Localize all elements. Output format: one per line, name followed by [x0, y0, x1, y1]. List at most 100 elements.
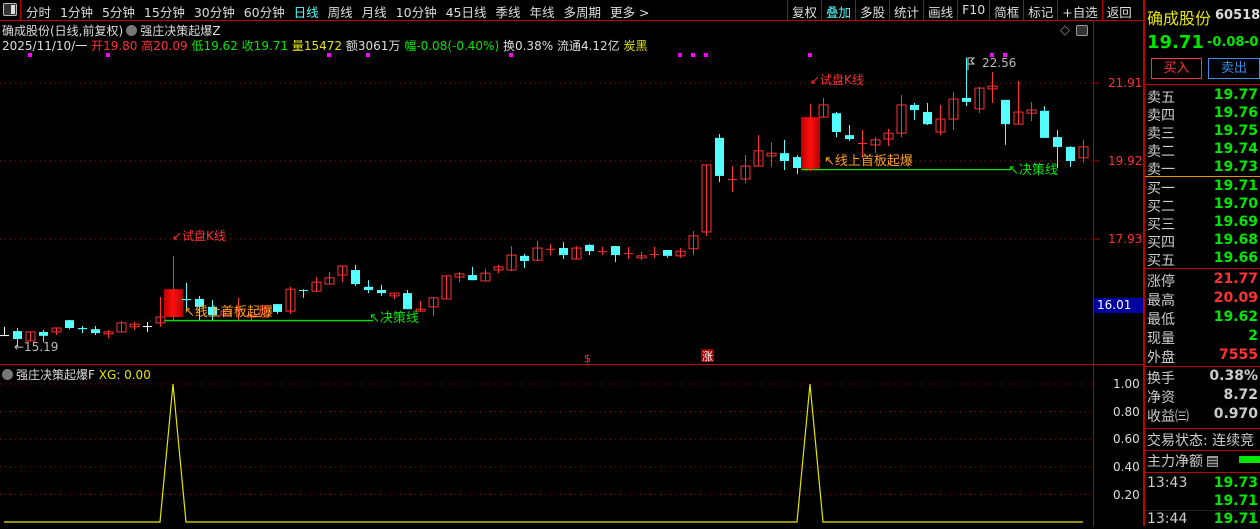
indicator-title: 强庄决策起爆F XG: 0.00: [2, 366, 151, 383]
indicator-axis-label: 0.80: [1113, 405, 1140, 419]
candle-body: [728, 179, 737, 181]
bid-row: 买四 19.68: [1147, 232, 1260, 251]
ask-row: 卖三 19.75: [1147, 123, 1260, 142]
candle-body: [65, 320, 74, 328]
candle-body: [182, 298, 191, 301]
row-value: 19.62: [1213, 309, 1258, 325]
divider: [1145, 510, 1260, 511]
row-value: 19.73: [1213, 475, 1258, 491]
candle-body: [39, 331, 48, 336]
candle-body: [1066, 146, 1075, 162]
candle-body: [793, 157, 802, 169]
stock-code: 605183: [1215, 8, 1260, 23]
candle-body: [598, 251, 607, 253]
row-label: 收益㈢: [1147, 409, 1189, 425]
row-value: 19.77: [1213, 87, 1258, 103]
trial-k-label: ↙试盘K线: [810, 72, 864, 87]
bid-row: 买二 19.70: [1147, 196, 1260, 215]
current-price-box: 16.01: [1094, 298, 1143, 313]
main-net-label: 主力净额: [1147, 454, 1203, 470]
divider: [1145, 176, 1260, 177]
candle-body: [403, 293, 412, 310]
candle-body: [13, 331, 22, 339]
row-value: 8.72: [1223, 387, 1258, 403]
candle-body: [78, 328, 87, 330]
row-label: 现量: [1147, 331, 1175, 347]
candle-body: [546, 248, 555, 250]
marker-dot: [366, 53, 370, 57]
row-label: 换手: [1147, 371, 1175, 387]
axis-label: 17.93: [1108, 232, 1143, 246]
buy-button[interactable]: 买入: [1151, 58, 1202, 79]
dropdown-circle-icon[interactable]: [2, 369, 13, 380]
candle-body: [715, 137, 724, 176]
stat-row: 外盘 7555: [1147, 347, 1260, 366]
flag-icon: [967, 57, 976, 70]
candle-body: [923, 112, 932, 125]
candle-body: [468, 275, 477, 281]
first-board-label: ↖线上首板起爆: [184, 305, 273, 320]
candle-body: [520, 255, 529, 261]
decision-label: ↖决策线: [369, 310, 419, 326]
axis-label: 19.92: [1108, 154, 1143, 168]
axis-label: 21.91: [1108, 76, 1143, 90]
bid-row: 买三 19.69: [1147, 214, 1260, 233]
candle-body: [962, 97, 971, 102]
indicator-axis-label: 0.60: [1113, 432, 1140, 446]
candle-body: [1001, 99, 1010, 125]
row-value: 0.38%: [1209, 368, 1258, 384]
marker-dot: [327, 53, 331, 57]
row-value: 19.69: [1213, 214, 1258, 230]
signal-candle-body: [801, 117, 820, 169]
indicator-value: XG: 0.00: [98, 368, 151, 382]
candlestick-chart[interactable]: ↙试盘K线 ↙试盘K线 ↖线上首板起爆 ↖线上首板起爆 ↖决策线 ↖决策线 ←15.19 22…: [0, 0, 1143, 526]
candle-body: [273, 304, 282, 312]
fund-row: 净资 8.72: [1147, 387, 1260, 406]
row-label: 买五: [1147, 253, 1175, 269]
candle-body: [351, 269, 360, 285]
stat-row: 最低 19.62: [1147, 309, 1260, 328]
price-change: -0.08: [1207, 35, 1245, 50]
signal-candle-body: [164, 289, 183, 318]
row-value: 20.09: [1213, 290, 1258, 306]
row-value: 19.71: [1213, 511, 1258, 527]
candle-body: [91, 329, 100, 334]
candle-body: [143, 326, 152, 328]
ask-row: 卖一 19.73: [1147, 159, 1260, 178]
bid-row: 买五 19.66: [1147, 250, 1260, 269]
candle-body: [611, 246, 620, 256]
row-label: 买二: [1147, 199, 1175, 215]
row-value: 7555: [1219, 347, 1258, 363]
main-net-amount: 主力净额: [1147, 451, 1219, 471]
row-value: 19.71: [1213, 493, 1258, 509]
axis-divider: [1093, 21, 1094, 526]
row-value: 19.75: [1213, 123, 1258, 139]
tick-row: 19.71: [1147, 493, 1260, 511]
high-price-label: 22.56: [982, 56, 1016, 70]
candle-body: [1053, 137, 1062, 147]
trial-k-label: ↙试盘K线: [172, 228, 226, 243]
indicator-name: 强庄决策起爆F: [16, 368, 95, 382]
row-label: 最低: [1147, 312, 1175, 328]
stat-row: 涨停 21.77: [1147, 271, 1260, 290]
list-icon[interactable]: [1207, 456, 1219, 467]
divider: [1145, 428, 1260, 429]
row-label: 卖二: [1147, 144, 1175, 160]
row-label: 13:43: [1147, 475, 1188, 491]
pane-divider[interactable]: [0, 364, 1143, 365]
sell-button[interactable]: 卖出: [1208, 58, 1260, 79]
row-label: 卖五: [1147, 90, 1175, 106]
candle-body: [364, 286, 373, 290]
row-label: 买三: [1147, 217, 1175, 233]
candle-body: [780, 153, 789, 162]
candle-body: [0, 335, 9, 337]
candle-body: [624, 253, 633, 255]
right-panel-divider: [1143, 0, 1145, 526]
stat-row: 现量 2: [1147, 328, 1260, 347]
candle-body: [832, 113, 841, 132]
row-value: 21.77: [1213, 271, 1258, 287]
price-change-pct: -0.: [1244, 35, 1260, 50]
row-label: 卖四: [1147, 108, 1175, 124]
main-net-bar: [1239, 456, 1260, 463]
row-value: 19.66: [1213, 250, 1258, 266]
